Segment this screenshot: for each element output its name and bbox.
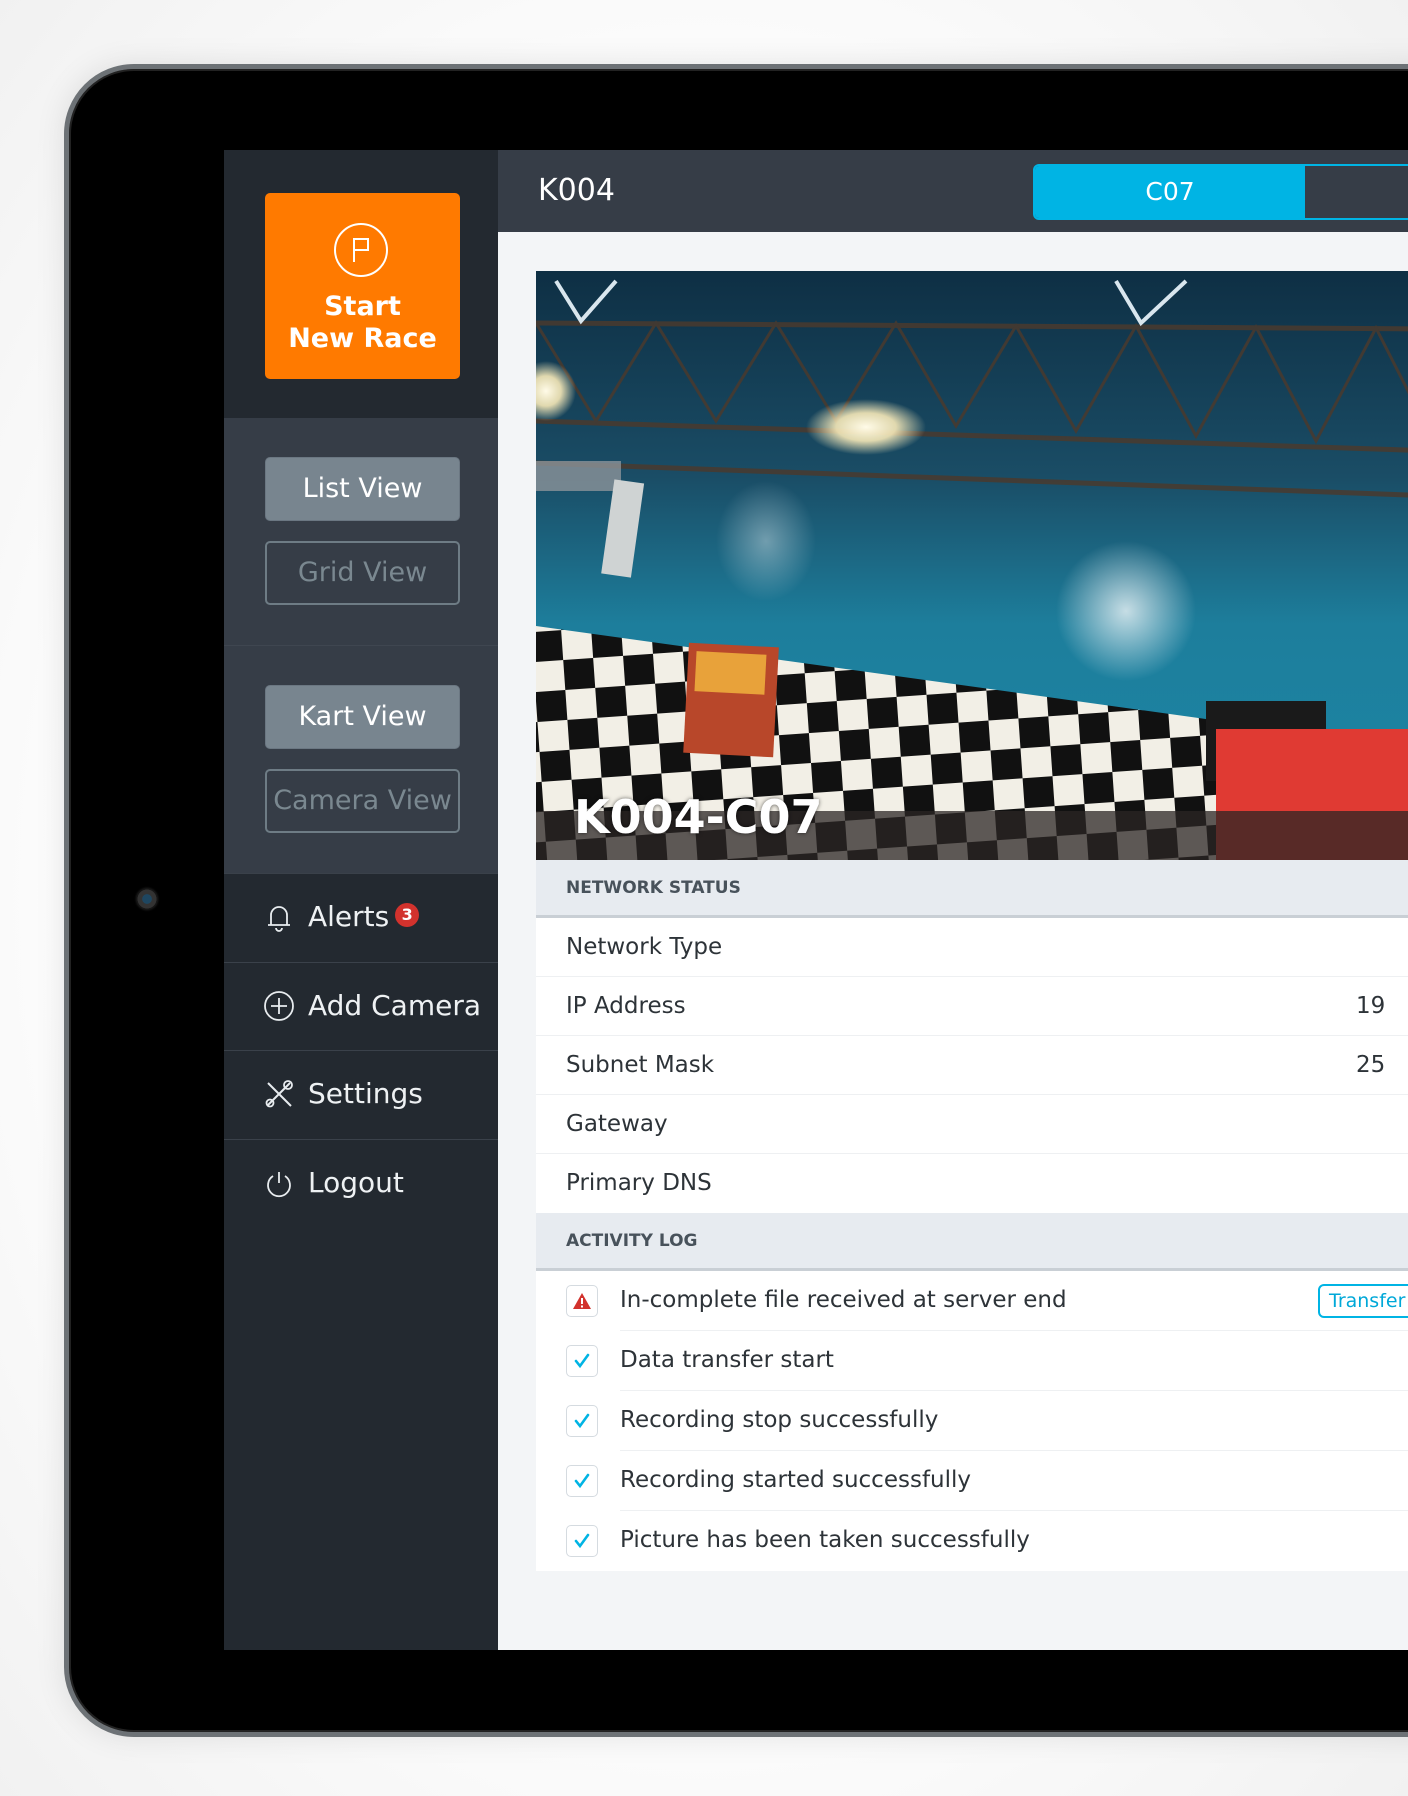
sidebar-item-logout[interactable]: Logout (224, 1139, 498, 1228)
sidebar-item-settings[interactable]: Settings (224, 1050, 498, 1139)
warning-status-box (566, 1285, 598, 1317)
subnet-mask-label: Subnet Mask (566, 1052, 715, 1078)
app-screen: Start New Race List View Grid View Kart … (224, 150, 1408, 1650)
subnet-mask-value: 25 (1356, 1052, 1386, 1078)
log-text: Recording started successfully (620, 1467, 972, 1493)
view-switcher: List View Grid View Kart View Camera Vie… (224, 418, 498, 873)
success-status-box (566, 1405, 598, 1437)
tab-next-camera[interactable] (1305, 166, 1408, 218)
start-label-line2: New Race (288, 323, 437, 354)
log-item: Data transfer start (536, 1331, 1408, 1391)
alerts-count-badge: 3 (395, 903, 420, 927)
warning-icon (573, 1293, 591, 1309)
bell-icon (268, 906, 290, 932)
camera-tabs: C07 (1033, 164, 1408, 220)
list-view-button[interactable]: List View (265, 457, 460, 521)
log-text: Recording stop successfully (620, 1407, 939, 1433)
tab-c07[interactable]: C07 (1035, 166, 1305, 218)
kart-view-button[interactable]: Kart View (265, 685, 460, 749)
success-status-box (566, 1345, 598, 1377)
check-icon (574, 1533, 590, 1549)
front-camera-icon (136, 888, 158, 910)
top-header: K004 C07 (498, 150, 1408, 232)
settings-label: Settings (308, 1077, 423, 1110)
add-camera-label: Add Camera (308, 989, 481, 1022)
grid-view-button[interactable]: Grid View (265, 541, 460, 605)
check-icon (574, 1473, 590, 1489)
log-item: Recording stop successfully (536, 1391, 1408, 1451)
network-status-heading: NETWORK STATUS (536, 860, 1408, 918)
log-item: In-complete file received at server end … (536, 1271, 1408, 1331)
log-text: In-complete file received at server end (620, 1287, 1067, 1313)
sidebar-item-alerts[interactable]: Alerts 3 (224, 873, 498, 962)
network-row: Network Type (536, 918, 1408, 977)
start-label-line1: Start (324, 291, 401, 322)
camera-overlay-label: K004-C07 (574, 790, 823, 844)
check-icon (574, 1353, 590, 1369)
camera-view-button[interactable]: Camera View (265, 769, 460, 833)
network-status-panel: NETWORK STATUS Network Type IP Address 19… (536, 860, 1408, 1213)
flag-icon (334, 223, 388, 277)
ip-address-label: IP Address (566, 993, 686, 1019)
view-divider (224, 645, 498, 646)
success-status-box (566, 1525, 598, 1557)
plus-circle-icon (264, 991, 294, 1021)
camera-feed-image (536, 271, 1408, 860)
camera-feed[interactable]: K004-C07 (536, 271, 1408, 860)
start-new-race-label: Start New Race (265, 291, 460, 355)
primary-dns-label: Primary DNS (566, 1170, 712, 1196)
network-row: Primary DNS (536, 1154, 1408, 1213)
gateway-label: Gateway (566, 1111, 668, 1137)
log-item: Picture has been taken successfully (536, 1511, 1408, 1571)
success-status-box (566, 1465, 598, 1497)
ip-address-value: 19 (1356, 993, 1386, 1019)
tools-icon (265, 1080, 293, 1108)
activity-log-heading: ACTIVITY LOG (536, 1213, 1408, 1271)
page-title: K004 (538, 173, 615, 208)
power-icon (267, 1172, 291, 1198)
network-row: Gateway (536, 1095, 1408, 1154)
transfer-button[interactable]: Transfer (1318, 1284, 1408, 1318)
alerts-label: Alerts (308, 900, 390, 933)
log-text: Picture has been taken successfully (620, 1527, 1030, 1553)
log-item: Recording started successfully (536, 1451, 1408, 1511)
sidebar: Start New Race List View Grid View Kart … (224, 150, 498, 1650)
activity-log-panel: ACTIVITY LOG In-complete file received a… (536, 1213, 1408, 1571)
sidebar-item-add-camera[interactable]: Add Camera (224, 962, 498, 1051)
logout-label: Logout (308, 1166, 404, 1199)
main-content: K004-C07 NETWORK STATUS Network Type IP … (498, 232, 1408, 1650)
check-icon (574, 1413, 590, 1429)
network-row: Subnet Mask 25 (536, 1036, 1408, 1095)
log-text: Data transfer start (620, 1347, 834, 1373)
network-row: IP Address 19 (536, 977, 1408, 1036)
network-type-label: Network Type (566, 934, 723, 960)
start-new-race-button[interactable]: Start New Race (265, 193, 460, 379)
